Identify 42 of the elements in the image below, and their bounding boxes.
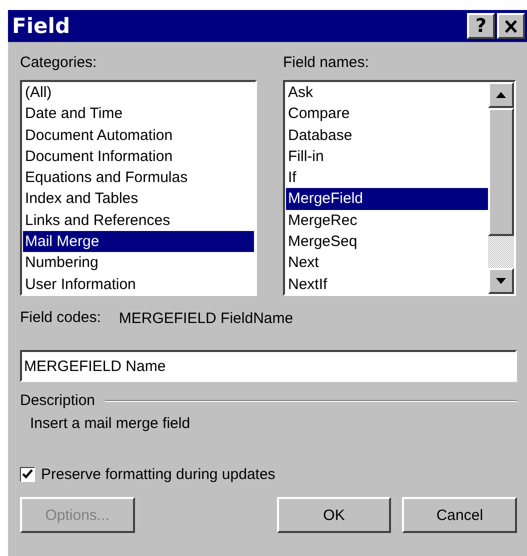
field-name-item[interactable]: MergeField (286, 188, 488, 210)
field-name-item[interactable]: Database (286, 124, 488, 146)
category-item[interactable]: Document Information (23, 146, 254, 168)
categories-label: Categories: (20, 54, 98, 72)
window-title: Field (12, 14, 70, 38)
description-text: Insert a mail merge field (30, 414, 192, 434)
scroll-up-button[interactable] (488, 82, 514, 108)
field-codes-label: Field codes: (20, 309, 101, 327)
field-name-item[interactable]: MergeSeq (286, 231, 488, 252)
category-item[interactable]: Equations and Formulas (23, 167, 254, 188)
field-names-label: Field names: (283, 54, 370, 72)
field-name-item[interactable]: If (286, 167, 488, 188)
category-item[interactable]: (All) (23, 82, 254, 104)
help-button[interactable]: ? (467, 13, 495, 39)
category-item[interactable]: Links and References (23, 210, 254, 232)
scroll-down-button[interactable] (488, 268, 514, 294)
close-button[interactable] (497, 13, 525, 39)
category-item[interactable]: Document Automation (23, 124, 254, 146)
description-label: Description (20, 392, 96, 410)
category-item[interactable]: Numbering (23, 252, 254, 274)
dialog-button[interactable]: Cancel (402, 497, 518, 533)
up-arrow-icon (496, 92, 506, 98)
check-icon (22, 469, 33, 480)
checkbox[interactable] (20, 467, 35, 482)
category-item[interactable]: Index and Tables (23, 188, 254, 210)
close-icon (504, 20, 518, 32)
field-code-input[interactable]: MERGEFIELD Name (20, 350, 517, 382)
category-item[interactable]: User Information (23, 274, 254, 294)
checkbox-label[interactable]: Preserve formatting during updates (41, 466, 276, 483)
down-arrow-icon (496, 278, 506, 284)
category-item[interactable]: Mail Merge (23, 231, 254, 252)
field-name-item[interactable]: NextIf (286, 274, 488, 294)
scrollbar-thumb[interactable] (488, 108, 514, 236)
field-code-syntax: MERGEFIELD FieldName (118, 310, 294, 326)
field-name-item[interactable]: Compare (286, 103, 488, 125)
dialog-button[interactable]: OK (276, 497, 392, 533)
field-name-item[interactable]: MergeRec (286, 210, 488, 232)
field-name-item[interactable]: Ask (286, 82, 488, 104)
field-name-item[interactable]: Fill-in (286, 146, 488, 168)
scrollbar[interactable] (488, 82, 514, 294)
field-name-item[interactable]: Next (286, 252, 488, 274)
category-item[interactable]: Date and Time (23, 103, 254, 125)
